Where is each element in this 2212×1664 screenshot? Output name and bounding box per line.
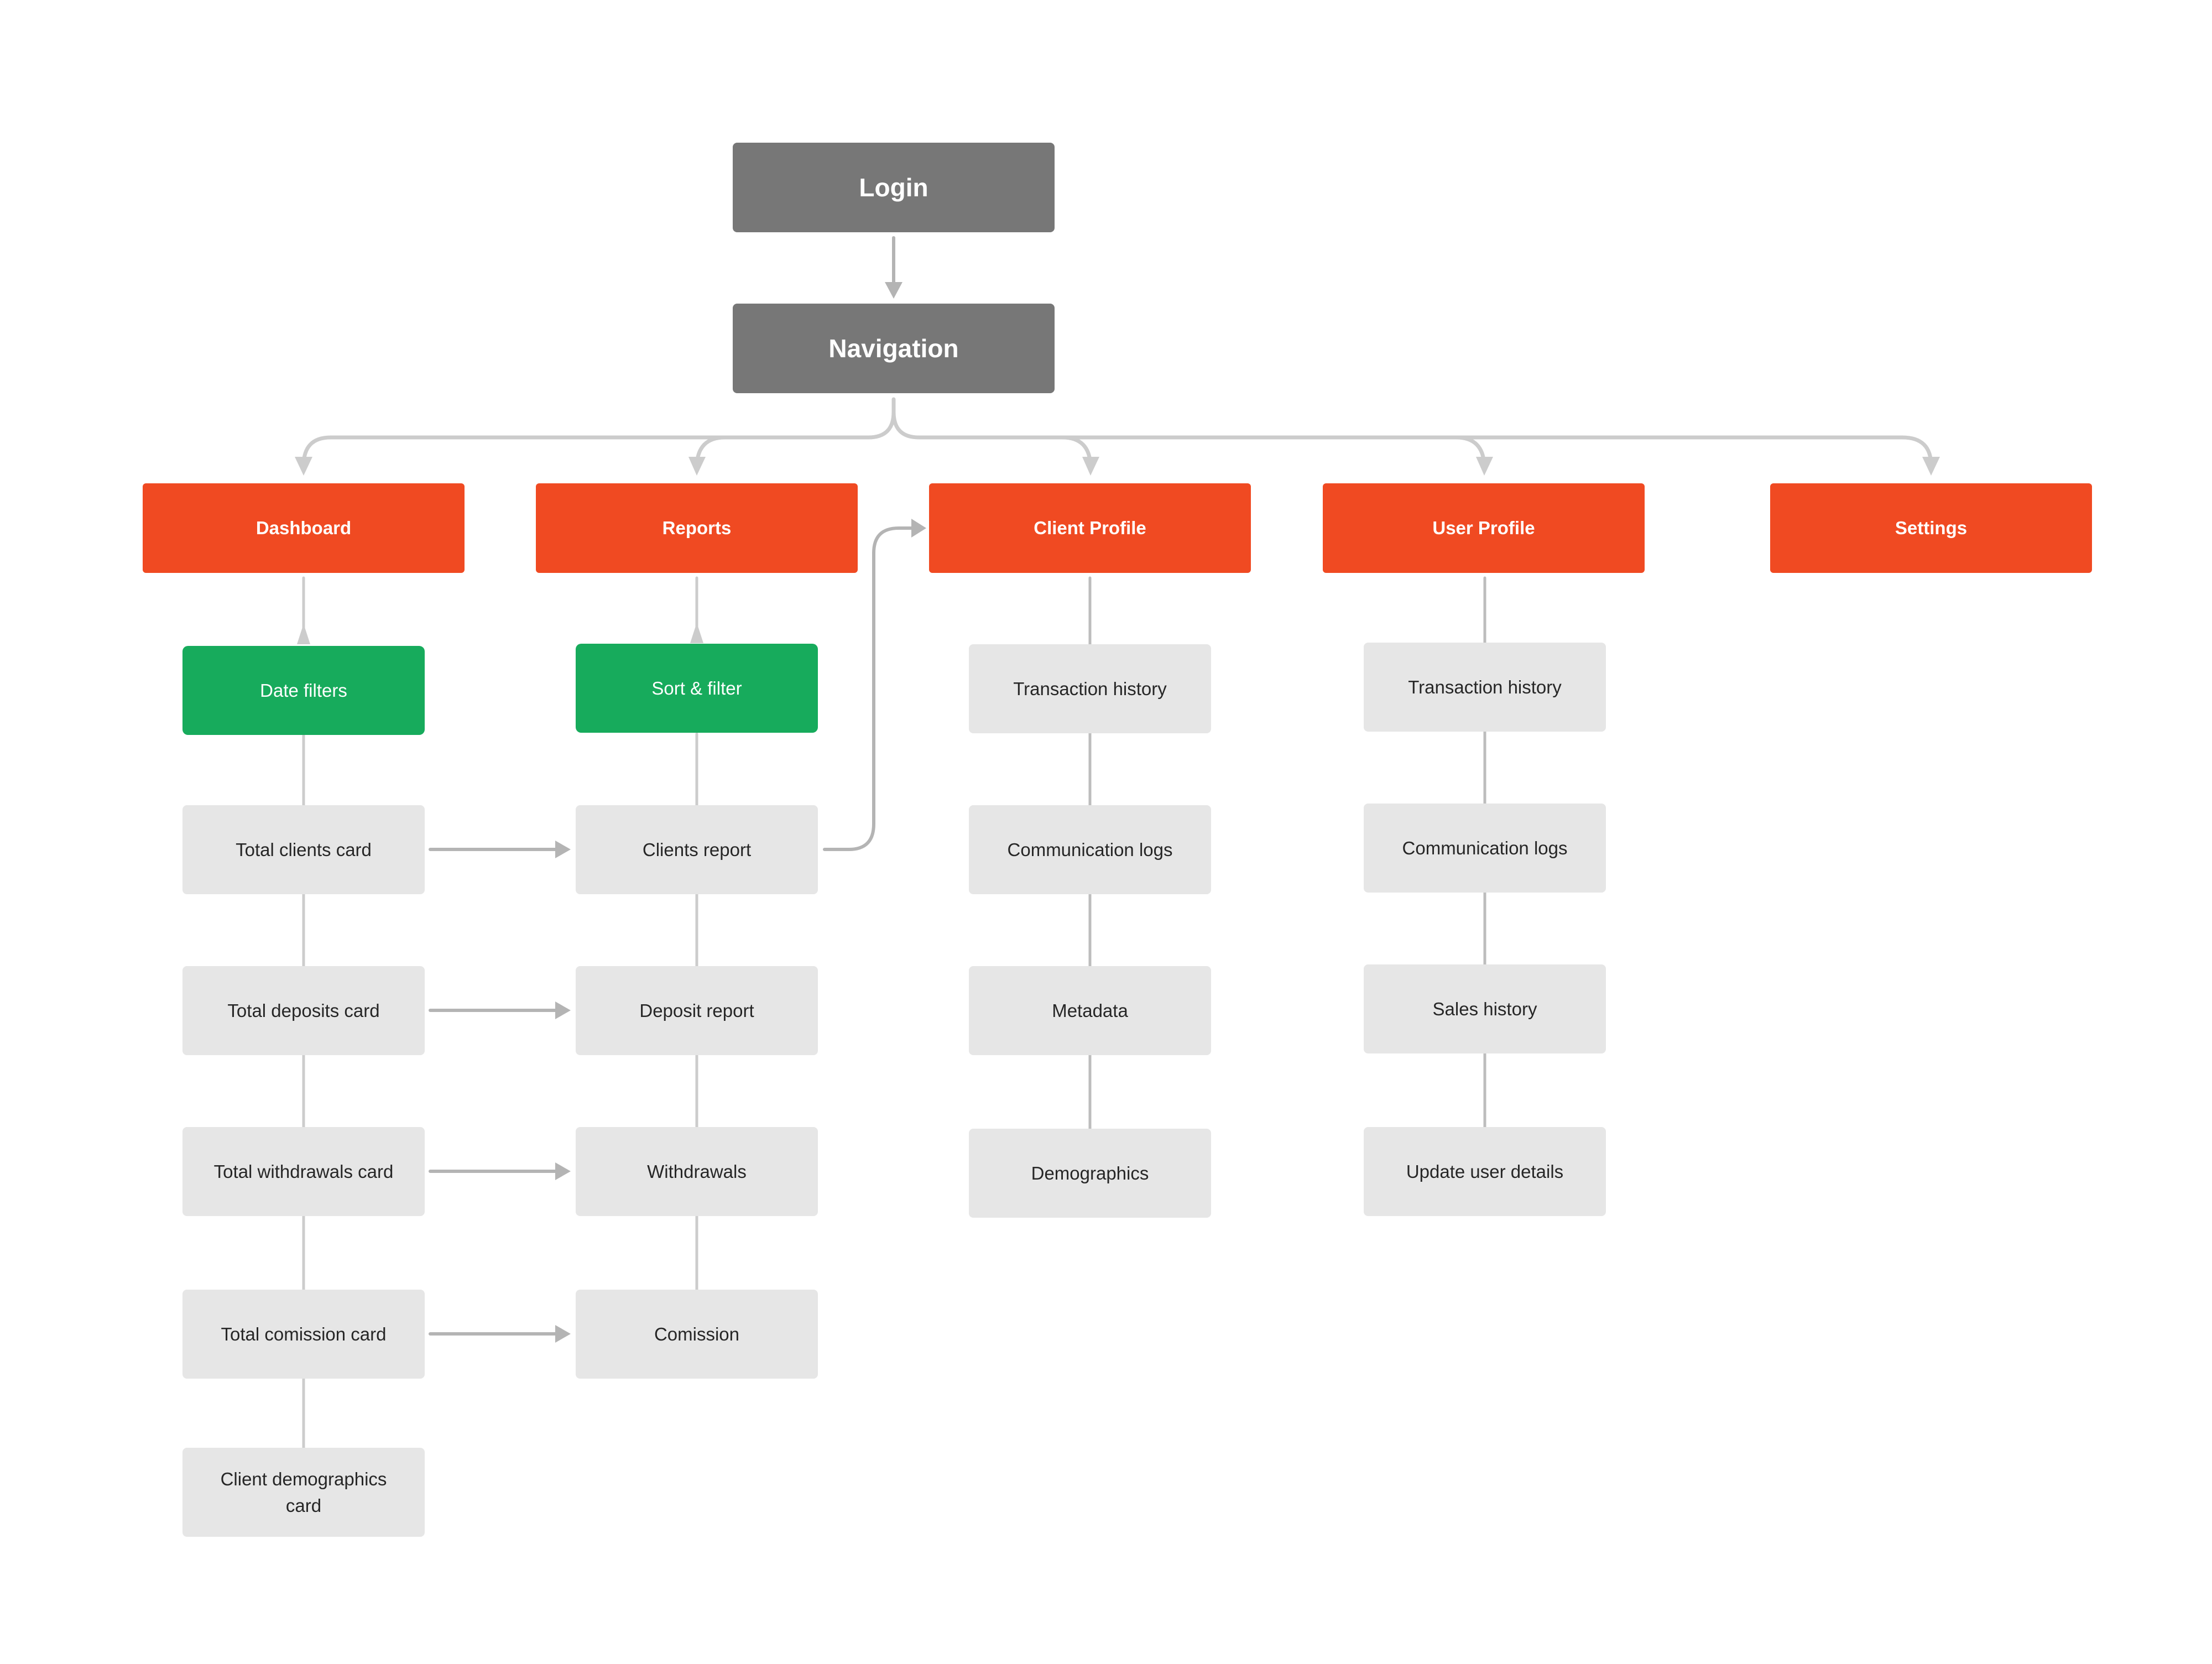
node-label: Total comission card	[221, 1323, 387, 1344]
node-label: Communication logs	[1007, 839, 1173, 860]
section-client-profile[interactable]: Client Profile	[929, 483, 1251, 573]
node-label: Update user details	[1406, 1161, 1564, 1182]
node-label: Deposit report	[639, 1000, 754, 1021]
section-reports[interactable]: Reports	[536, 483, 858, 573]
node-label: Comission	[654, 1323, 740, 1344]
node-label: Withdrawals	[647, 1161, 747, 1182]
reports-item[interactable]: Withdrawals	[576, 1127, 818, 1216]
section-user-profile[interactable]: User Profile	[1323, 483, 1645, 573]
client-profile-item[interactable]: Communication logs	[969, 805, 1211, 894]
dashboard-item[interactable]: Total deposits card	[182, 966, 425, 1055]
section-label: Client Profile	[1034, 518, 1146, 538]
node-label: Transaction history	[1408, 676, 1562, 697]
node-label: Metadata	[1052, 1000, 1128, 1021]
date-filters-node[interactable]: Date filters	[182, 646, 425, 735]
login-node[interactable]: Login	[733, 143, 1055, 232]
arrowhead-icon	[555, 841, 571, 858]
client-profile-item[interactable]: Demographics	[969, 1129, 1211, 1218]
node-label: Sort & filter	[651, 677, 742, 698]
sort-filter-node[interactable]: Sort & filter	[576, 644, 818, 733]
connector-clients-report-client-profile	[823, 526, 914, 851]
login-label: Login	[859, 173, 928, 202]
reports-item[interactable]: Clients report	[576, 805, 818, 894]
user-profile-item[interactable]: Update user details	[1364, 1127, 1606, 1216]
arrowhead-icon	[295, 457, 312, 476]
horizontal-arrows	[429, 848, 560, 1336]
section-label: Dashboard	[255, 518, 352, 538]
section-dashboard[interactable]: Dashboard	[143, 483, 465, 573]
arrowhead-icon	[555, 1162, 571, 1180]
dashboard-item[interactable]: Client demographics card	[182, 1448, 425, 1537]
node-label: Clients report	[642, 839, 752, 860]
navigation-node[interactable]: Navigation	[733, 304, 1055, 393]
arrowhead-icon	[1922, 457, 1940, 476]
node-label: Total withdrawals card	[213, 1161, 394, 1182]
arrowhead-icon	[1082, 457, 1099, 476]
connector-navigation-branch	[301, 397, 896, 468]
node-label: Transaction history	[1013, 678, 1167, 699]
dashboard-item[interactable]: Total clients card	[182, 805, 425, 894]
node-label: Demographics	[1031, 1162, 1149, 1183]
arrowhead-icon	[688, 457, 706, 476]
arrowhead-icon	[1476, 457, 1493, 476]
dashboard-item[interactable]: Total comission card	[182, 1290, 425, 1379]
client-profile-item[interactable]: Metadata	[969, 966, 1211, 1055]
section-label: Settings	[1895, 518, 1968, 538]
user-profile-item[interactable]: Transaction history	[1364, 643, 1606, 732]
section-label: User Profile	[1432, 518, 1535, 538]
arrowhead-icon	[885, 282, 902, 299]
user-profile-item[interactable]: Sales history	[1364, 964, 1606, 1053]
section-label: Reports	[662, 518, 732, 538]
navigation-label: Navigation	[828, 334, 959, 363]
arrowhead-icon	[297, 624, 310, 644]
node-label: Date filters	[260, 680, 347, 701]
connector-navigation-right	[891, 410, 1933, 468]
client-profile-item[interactable]: Transaction history	[969, 644, 1211, 733]
arrowhead-icon	[911, 519, 926, 538]
node-label: Sales history	[1432, 998, 1537, 1019]
node-label: Client demographics card	[220, 1468, 387, 1516]
reports-item[interactable]: Comission	[576, 1290, 818, 1379]
dashboard-item[interactable]: Total withdrawals card	[182, 1127, 425, 1216]
node-label: Total clients card	[236, 839, 372, 860]
user-profile-item[interactable]: Communication logs	[1364, 804, 1606, 893]
reports-item[interactable]: Deposit report	[576, 966, 818, 1055]
node-label: Total deposits card	[227, 1000, 380, 1021]
arrowhead-icon	[555, 1001, 571, 1019]
arrowhead-icon	[690, 623, 703, 643]
node-label: Communication logs	[1402, 837, 1568, 858]
section-settings[interactable]: Settings	[1770, 483, 2092, 573]
arrowhead-icon	[555, 1325, 571, 1343]
